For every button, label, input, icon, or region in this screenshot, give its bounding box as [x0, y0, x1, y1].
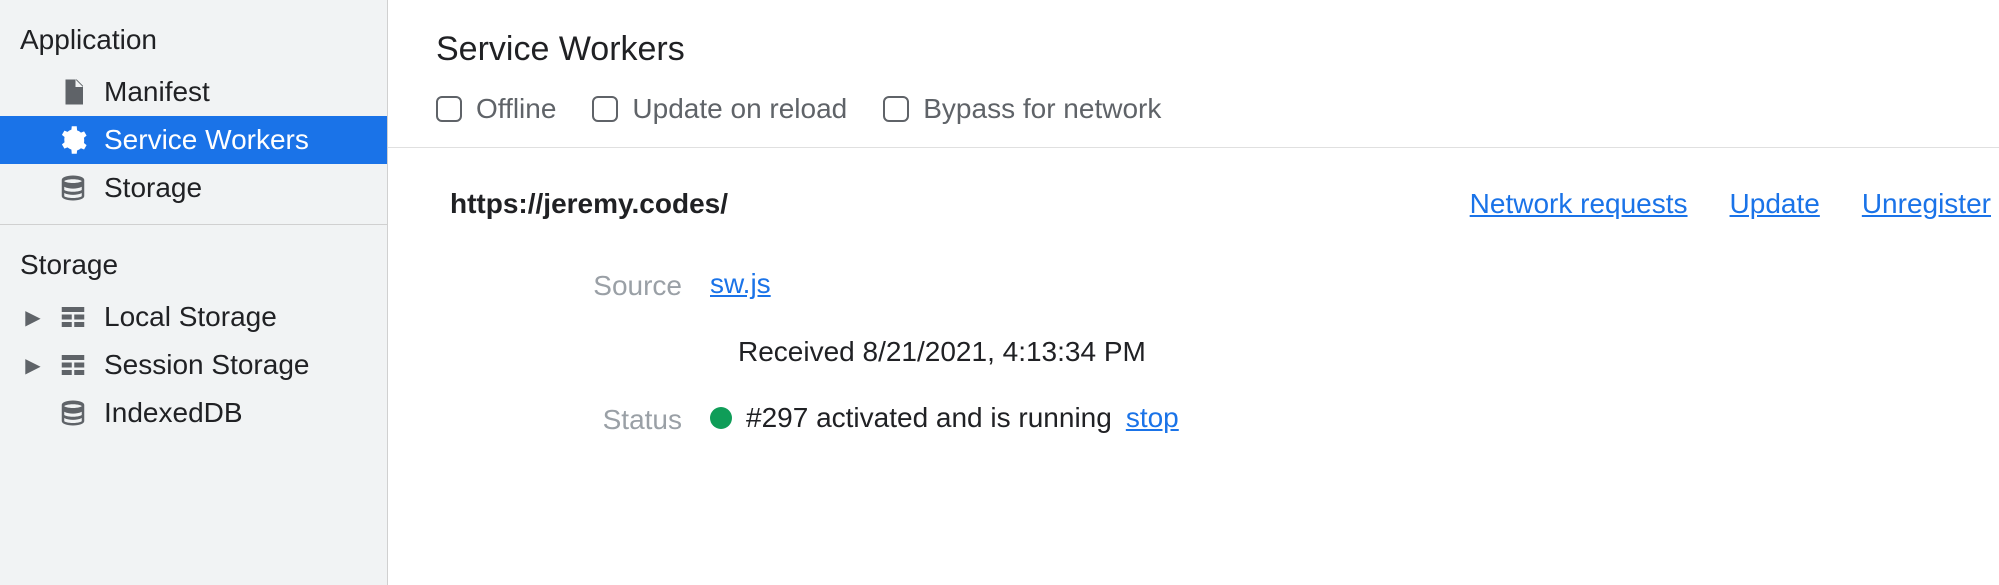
sidebar-item-label: Manifest [104, 76, 210, 108]
status-value: #297 activated and is running stop [710, 402, 1179, 434]
detail-row-source: Source sw.js [450, 268, 1999, 302]
document-icon [58, 77, 88, 107]
sidebar-item-service-workers[interactable]: Service Workers [0, 116, 387, 164]
checkbox-bypass-for-network[interactable]: Bypass for network [883, 93, 1161, 125]
status-text: #297 activated and is running [746, 402, 1112, 434]
checkbox-label: Bypass for network [923, 93, 1161, 125]
source-file-link[interactable]: sw.js [710, 268, 771, 299]
origin-url: https://jeremy.codes/ [450, 188, 728, 220]
unregister-link[interactable]: Unregister [1862, 188, 1991, 220]
detail-label-status: Status [450, 402, 710, 436]
sidebar-item-storage[interactable]: Storage [0, 164, 387, 212]
sidebar-item-label: IndexedDB [104, 397, 243, 429]
checkbox-box[interactable] [883, 96, 909, 122]
chevron-right-icon[interactable]: ▶ [24, 305, 42, 330]
checkbox-box[interactable] [436, 96, 462, 122]
checkbox-label: Offline [476, 93, 556, 125]
status-indicator-dot [710, 407, 732, 429]
sidebar-item-session-storage[interactable]: ▶ Session Storage [0, 341, 387, 389]
sidebar-divider [0, 224, 387, 225]
database-icon [58, 398, 88, 428]
sidebar-item-manifest[interactable]: Manifest [0, 68, 387, 116]
detail-row-status: Status #297 activated and is running sto… [450, 402, 1999, 436]
detail-section: Source sw.js Received 8/21/2021, 4:13:34… [388, 220, 1999, 454]
sidebar-item-label: Session Storage [104, 349, 309, 381]
sidebar-item-label: Storage [104, 172, 202, 204]
origin-row: https://jeremy.codes/ Network requests U… [388, 148, 1999, 220]
checkbox-box[interactable] [592, 96, 618, 122]
sidebar-item-local-storage[interactable]: ▶ Local Storage [0, 293, 387, 341]
sidebar-section-storage: Storage [0, 243, 387, 293]
stop-link[interactable]: stop [1126, 402, 1179, 434]
table-icon [58, 302, 88, 332]
checkbox-update-on-reload[interactable]: Update on reload [592, 93, 847, 125]
sidebar: Application Manifest Service Workers Sto… [0, 0, 388, 585]
page-title: Service Workers [388, 30, 1999, 89]
sidebar-item-label: Local Storage [104, 301, 277, 333]
sidebar-item-label: Service Workers [104, 124, 309, 156]
origin-links: Network requests Update Unregister [1470, 188, 1991, 220]
detail-label-source: Source [450, 268, 710, 302]
received-text: Received 8/21/2021, 4:13:34 PM [450, 320, 1999, 402]
main-panel: Service Workers Offline Update on reload… [388, 0, 1999, 585]
checkbox-label: Update on reload [632, 93, 847, 125]
network-requests-link[interactable]: Network requests [1470, 188, 1688, 220]
sidebar-item-indexed-db[interactable]: IndexedDB [0, 389, 387, 437]
gear-icon [58, 125, 88, 155]
sidebar-section-application: Application [0, 18, 387, 68]
table-icon [58, 350, 88, 380]
chevron-right-icon[interactable]: ▶ [24, 353, 42, 378]
update-link[interactable]: Update [1730, 188, 1820, 220]
checkbox-offline[interactable]: Offline [436, 93, 556, 125]
database-icon [58, 173, 88, 203]
checkbox-row: Offline Update on reload Bypass for netw… [388, 89, 1999, 148]
